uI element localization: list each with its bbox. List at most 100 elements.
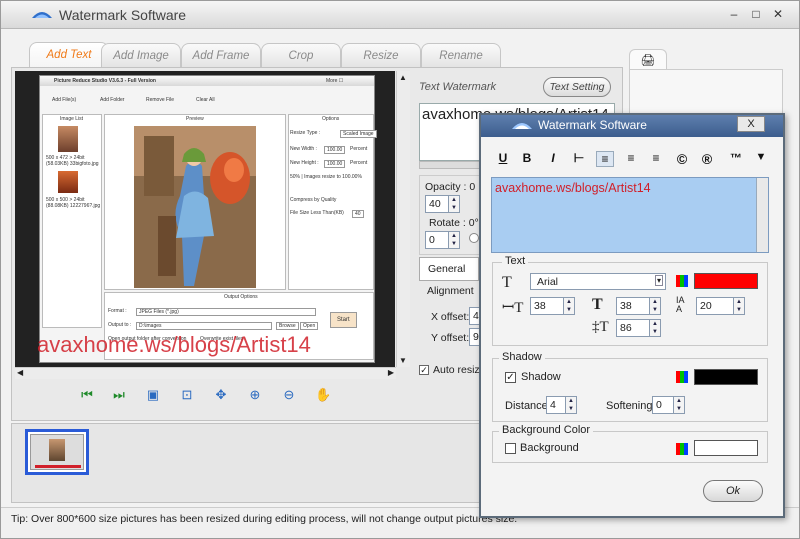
align-right-button[interactable]: ≡ [647,151,665,165]
preview-horizontal-scrollbar[interactable]: ◀ ▶ [15,367,396,379]
inner-file-size-value: 40 [352,210,364,218]
copyright-button[interactable]: © [673,151,691,167]
zoom-in-icon[interactable]: ⊕ [247,387,263,403]
inner-thumb-2 [58,171,78,193]
thumbnail-item[interactable] [25,429,89,475]
auto-resize-checkbox[interactable]: ✓ [419,365,429,375]
rotate-value[interactable]: 0 [425,231,449,249]
x-offset-label: X offset: [431,311,470,323]
font-weight-value[interactable]: 86 [616,319,650,337]
preview-watermark-text[interactable]: avaxhome.ws/blogs/Artist14 [37,332,311,358]
char-spacing-stepper[interactable]: ▲ ▼ [734,297,745,315]
font-icon: T [502,274,512,291]
background-group-title: Background Color [499,424,594,436]
background-checkbox[interactable] [505,443,516,454]
inner-thumb-2-caption: 500 x 500 > 24bit (88.08KB) 1222796?.jpg [46,197,101,209]
inner-output-to-label: Output to : [108,322,132,328]
font-weight-icon: ‡T [592,319,609,335]
hand-icon[interactable]: ✋ [315,387,331,403]
softening-value[interactable]: 0 [652,396,674,414]
opacity-stepper[interactable]: ▲ ▼ [449,195,460,213]
font-height-value[interactable]: 38 [616,297,650,315]
distance-label: Distance: [505,400,551,412]
font-color-palette-icon[interactable] [676,275,688,287]
preview-vertical-scrollbar[interactable]: ▲ ▼ [396,71,410,367]
dialog-watermark-text: avaxhome.ws/blogs/Artist14 [495,181,651,195]
inner-new-height-unit: Percent [350,160,368,166]
font-size-stepper[interactable]: ▲ ▼ [564,297,575,315]
fit-image-icon[interactable]: ▣ [145,387,161,403]
tab-add-text[interactable]: Add Text [29,42,109,68]
background-color-palette-icon[interactable] [676,443,688,455]
align-left-button[interactable]: ≡ [596,151,614,167]
minimize-button[interactable]: – [725,6,743,22]
font-height-stepper[interactable]: ▲ ▼ [650,297,661,315]
text-setting-button[interactable]: Text Setting [543,77,611,97]
inner-toolbar-item: Add Folder [100,97,125,103]
background-color-swatch[interactable] [694,440,758,456]
y-offset-label: Y offset: [431,332,470,344]
softening-stepper[interactable]: ▲ ▼ [674,396,685,414]
font-color-swatch[interactable] [694,273,758,289]
tab-add-image[interactable]: Add Image [101,43,181,67]
italic-button[interactable]: I [544,151,562,165]
shadow-checkbox[interactable]: ✓ [505,372,516,383]
rotate-stepper[interactable]: ▲ ▼ [449,231,460,249]
first-image-icon[interactable]: ⏮ [79,387,95,403]
inner-open-button: Open [300,322,319,330]
zoom-out-icon[interactable]: ⊖ [281,387,297,403]
distance-value[interactable]: 4 [546,396,566,414]
rotate-radio[interactable] [469,233,479,243]
softening-label: Softening: [606,400,656,412]
inner-new-width-unit: Percent [350,146,368,152]
trademark-button[interactable]: ™ [725,151,747,165]
scroll-left-icon[interactable]: ◀ [17,368,23,377]
font-size-value[interactable]: 38 [530,297,564,315]
distance-stepper[interactable]: ▲ ▼ [566,396,577,414]
char-spacing-value[interactable]: 20 [696,297,734,315]
shadow-checkbox-label: Shadow [521,371,561,383]
shadow-group-title: Shadow [499,351,545,363]
registered-button[interactable]: ® [698,151,716,167]
maximize-button[interactable]: □ [747,6,765,22]
shadow-color-palette-icon[interactable] [676,371,688,383]
inner-toolbar-item: Clear All [196,97,215,103]
alignment-label: Alignment [427,285,474,297]
bold-button[interactable]: B [518,151,536,165]
inner-resize-info: 50% | Images resize to 100.00% [290,174,362,180]
tab-general[interactable]: General [419,257,479,281]
inner-format-label: Format : [108,308,127,314]
general-tab-label: General [428,263,466,275]
scroll-right-icon[interactable]: ▶ [388,368,394,377]
close-button[interactable]: ✕ [769,6,787,22]
last-image-icon[interactable]: ⏭ [111,387,127,403]
inner-compress-option: Compress by Quality [290,197,337,203]
text-group-title: Text [502,255,529,267]
dialog-close-button[interactable]: X [737,116,765,132]
dialog-title: Watermark Software [538,118,647,132]
font-select[interactable]: Arial ▾ [530,273,666,290]
underline-button[interactable]: U [494,151,512,165]
scroll-down-icon[interactable]: ▼ [399,356,407,365]
tab-resize[interactable]: Resize [341,43,421,67]
status-tip: Tip: Over 800*600 size pictures has been… [11,513,518,525]
scroll-up-icon[interactable]: ▲ [399,73,407,82]
font-weight-stepper[interactable]: ▲ ▼ [650,319,661,337]
tab-crop[interactable]: Crop [261,43,341,67]
inner-output-header: Output Options [224,294,258,300]
strikethrough-button[interactable]: ⊢ [570,151,588,165]
tab-rename[interactable]: Rename [421,43,501,67]
shadow-color-swatch[interactable] [694,369,758,385]
font-select-value: Arial [537,276,559,288]
tab-add-frame[interactable]: Add Frame [181,43,261,67]
ok-button[interactable]: Ok [703,480,763,502]
actual-size-icon[interactable]: ⊡ [179,387,195,403]
chevron-down-icon[interactable]: ▾ [654,275,663,286]
inner-file-size-option: File Size Less Than(KB) [290,210,344,216]
inner-start-button: Start [330,312,357,328]
align-center-button[interactable]: ≡ [622,151,640,165]
printer-icon[interactable]: 🖨 [629,49,667,69]
opacity-value[interactable]: 40 [425,195,449,213]
more-symbols-button[interactable]: ▼ [752,151,770,163]
move-icon[interactable]: ✥ [213,387,229,403]
